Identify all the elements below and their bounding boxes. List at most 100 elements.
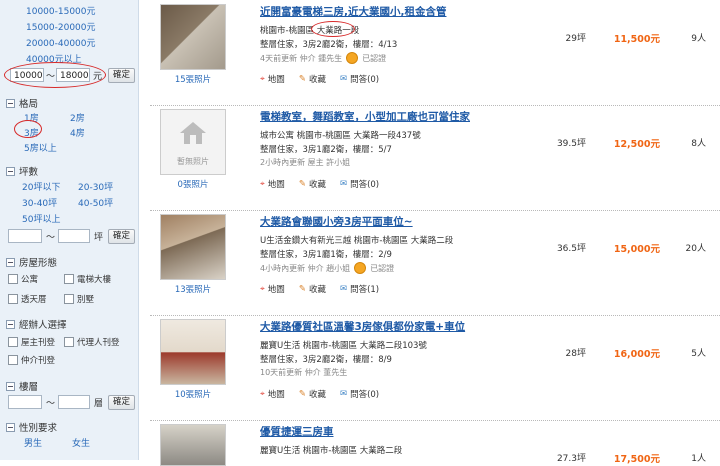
area-max-input[interactable] xyxy=(58,229,90,243)
floor-max-input[interactable] xyxy=(58,395,90,409)
listing-address: 麗寶U生活 桃園市-桃園區 大業路二段 xyxy=(260,446,403,456)
listing-meta: 4天前更新 仲介 鍾先生 已認證 xyxy=(260,52,387,64)
listing-actions: ⌖ 地圖 ✎ 收藏 ✉ 問答(1) xyxy=(260,283,379,295)
save-button[interactable]: ✎ 收藏 xyxy=(299,388,326,400)
area-separator: ～ xyxy=(46,233,56,243)
listing-item: 15張照片 近開富豪電梯三房,近大業國小,租金含管 桃園市-桃園區 大業路一段 … xyxy=(150,0,720,106)
listing-title[interactable]: 電梯教室，舞蹈教室，小型加工廠也可當住家 xyxy=(260,109,470,124)
area-section-header[interactable]: 坪數 xyxy=(6,164,38,178)
agent-option-owner[interactable]: 屋主刊登 xyxy=(8,336,55,348)
agent-option-proxy[interactable]: 代理人刊登 xyxy=(64,336,120,348)
area-option-under-20[interactable]: 20坪以下 xyxy=(22,180,60,193)
listing-actions: ⌖ 地圖 ✎ 收藏 ✉ 問答(0) xyxy=(260,178,379,190)
layout-section-header[interactable]: 格局 xyxy=(6,96,38,110)
save-button[interactable]: ✎ 收藏 xyxy=(299,178,326,190)
area-option-30-40[interactable]: 30-40坪 xyxy=(22,196,57,209)
photo-count[interactable]: 0張照片 xyxy=(156,178,230,190)
area-option-50-plus[interactable]: 50坪以上 xyxy=(22,212,60,225)
house-type-section-header[interactable]: 房屋形態 xyxy=(6,255,57,269)
certified-badge-icon xyxy=(354,262,367,274)
checkbox[interactable] xyxy=(64,294,74,304)
certified-label: 已認證 xyxy=(362,53,387,63)
map-button[interactable]: ⌖ 地圖 xyxy=(260,388,285,400)
checkbox[interactable] xyxy=(8,337,18,347)
photo-count[interactable]: 10張照片 xyxy=(156,388,230,400)
qa-button[interactable]: ✉ 問答(0) xyxy=(340,178,379,190)
listing-actions: ⌖ 地圖 ✎ 收藏 ✉ 問答(0) xyxy=(260,73,379,85)
save-button[interactable]: ✎ 收藏 xyxy=(299,73,326,85)
agent-title: 經辦人選擇 xyxy=(19,320,67,331)
area-option-20-30[interactable]: 20-30坪 xyxy=(78,180,113,193)
floor-confirm-button[interactable]: 確定 xyxy=(108,395,136,410)
gender-option-female[interactable]: 女生 xyxy=(72,436,90,449)
listing-price: 12,500元 xyxy=(613,139,660,150)
qa-button[interactable]: ✉ 問答(1) xyxy=(340,283,379,295)
floor-separator: ～ xyxy=(46,399,56,409)
save-icon: ✎ xyxy=(298,389,306,399)
checkbox[interactable] xyxy=(64,274,74,284)
save-icon: ✎ xyxy=(298,284,306,294)
floor-min-input[interactable] xyxy=(8,395,42,409)
no-photo-label: 暫無照片 xyxy=(177,157,209,166)
listing-title[interactable]: 大業路優質社區溫馨3房傢俱都份家電+車位 xyxy=(260,319,465,334)
listing-photo-placeholder[interactable]: 暫無照片 xyxy=(160,109,226,175)
listing-layout: 整層住家，3房2廳2衛，樓層：4/13 xyxy=(260,40,398,50)
save-button[interactable]: ✎ 收藏 xyxy=(299,283,326,295)
area-unit: 坪 xyxy=(94,233,104,243)
area-confirm-button[interactable]: 確定 xyxy=(108,229,136,244)
qa-icon: ✉ xyxy=(339,389,348,399)
gender-option-male[interactable]: 男生 xyxy=(24,436,42,449)
annotation-circle-3-room xyxy=(14,120,42,138)
price-confirm-button[interactable]: 確定 xyxy=(108,68,136,83)
checkbox[interactable] xyxy=(8,355,18,365)
layout-option-2-room[interactable]: 2房 xyxy=(70,111,85,124)
certified-badge-icon xyxy=(346,52,359,64)
price-range-15000-20000[interactable]: 15000-20000元 xyxy=(26,20,96,33)
listing-price: 11,500元 xyxy=(613,34,660,45)
agent-section-header[interactable]: 經辦人選擇 xyxy=(6,317,67,331)
map-button[interactable]: ⌖ 地圖 xyxy=(260,73,285,85)
listing-title[interactable]: 大業路會聯國小旁3房平面車位~ xyxy=(260,214,413,229)
photo-count[interactable]: 15張照片 xyxy=(156,73,230,85)
gender-section-header[interactable]: 性別要求 xyxy=(6,420,57,434)
map-button[interactable]: ⌖ 地圖 xyxy=(260,283,285,295)
qa-icon: ✉ xyxy=(339,179,348,189)
listing-title[interactable]: 優質捷運三房車 xyxy=(260,424,334,439)
checkbox[interactable] xyxy=(64,337,74,347)
listing-layout: 整層住家，3房1廳2衛，樓層：5/7 xyxy=(260,145,392,155)
listing-photo[interactable] xyxy=(160,214,226,280)
map-pin-icon: ⌖ xyxy=(260,284,265,294)
map-button[interactable]: ⌖ 地圖 xyxy=(260,178,285,190)
floor-section-header[interactable]: 樓層 xyxy=(6,379,38,393)
type-option-villa[interactable]: 別墅 xyxy=(64,293,94,305)
house-type-title: 房屋形態 xyxy=(19,258,58,269)
minus-toggle-icon xyxy=(6,98,15,108)
listing-photo[interactable] xyxy=(160,319,226,385)
certified-label: 已認證 xyxy=(370,263,395,273)
listing-area: 27.3坪 xyxy=(556,454,586,464)
listing-views: 8人 xyxy=(691,139,706,149)
agent-option-broker[interactable]: 仲介刊登 xyxy=(8,354,55,366)
qa-button[interactable]: ✉ 問答(0) xyxy=(340,388,379,400)
qa-button[interactable]: ✉ 問答(0) xyxy=(340,73,379,85)
checkbox[interactable] xyxy=(8,274,18,284)
minus-toggle-icon xyxy=(6,166,15,176)
price-range-20000-40000[interactable]: 20000-40000元 xyxy=(26,36,96,49)
checkbox[interactable] xyxy=(8,294,18,304)
listing-title[interactable]: 近開富豪電梯三房,近大業國小,租金含管 xyxy=(260,4,446,19)
listing-views: 1人 xyxy=(691,454,706,464)
type-option-apartment[interactable]: 公寓 xyxy=(8,273,38,285)
layout-title: 格局 xyxy=(19,99,39,110)
area-option-40-50[interactable]: 40-50坪 xyxy=(78,196,113,209)
map-pin-icon: ⌖ xyxy=(260,389,265,399)
type-option-elevator[interactable]: 電梯大樓 xyxy=(64,273,111,285)
layout-option-4-room[interactable]: 4房 xyxy=(70,126,85,139)
photo-count[interactable]: 13張照片 xyxy=(156,283,230,295)
price-range-10000-15000[interactable]: 10000-15000元 xyxy=(26,4,96,17)
listing-results: 15張照片 近開富豪電梯三房,近大業國小,租金含管 桃園市-桃園區 大業路一段 … xyxy=(138,0,720,466)
type-option-townhouse[interactable]: 透天厝 xyxy=(8,293,47,305)
layout-option-5-plus[interactable]: 5房以上 xyxy=(24,141,57,154)
listing-layout: 整層住家，3房2廳2衛，樓層：8/9 xyxy=(260,355,392,365)
listing-photo[interactable] xyxy=(160,4,226,70)
area-min-input[interactable] xyxy=(8,229,42,243)
